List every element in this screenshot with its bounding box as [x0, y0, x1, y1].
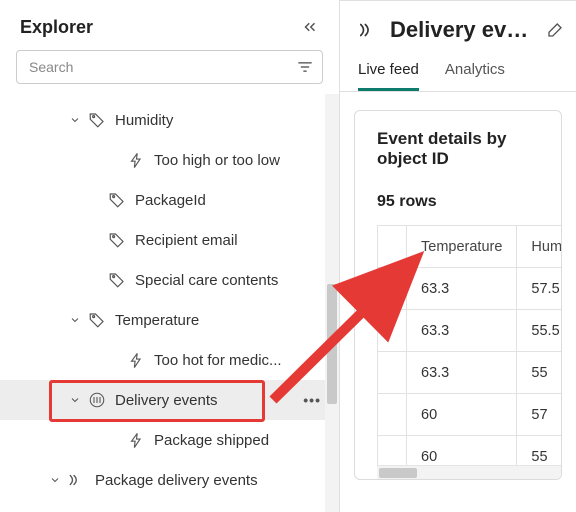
table-cell: 60 — [407, 436, 517, 466]
main-header: Delivery events — [340, 1, 576, 53]
tree-item-package-shipped[interactable]: Package shipped — [0, 420, 339, 460]
tree-item-temperature[interactable]: Temperature — [0, 300, 339, 340]
tree-item-label: Temperature — [115, 312, 321, 329]
tree-item-label: Package shipped — [154, 432, 321, 449]
tag-icon — [108, 191, 126, 209]
more-actions-button[interactable]: ••• — [303, 392, 321, 408]
table-cell: 55.5 — [517, 310, 561, 352]
chevron-down-icon[interactable] — [68, 114, 82, 126]
stream-icon — [68, 471, 86, 489]
table-row[interactable]: 63.355 — [378, 352, 562, 394]
table-cell: 63.3 — [407, 352, 517, 394]
table-row[interactable]: 63.357.5 — [378, 268, 562, 310]
table-cell: 63.3 — [407, 268, 517, 310]
stream-icon — [358, 19, 380, 41]
stream-circle-icon — [88, 391, 106, 409]
table-cell: 57 — [517, 394, 561, 436]
card-title: Event details by object ID — [377, 129, 561, 169]
bolt-icon — [128, 152, 145, 169]
table-cell: 57.5 — [517, 268, 561, 310]
tree-item-label: Humidity — [115, 112, 321, 129]
tag-icon — [88, 311, 106, 329]
sidebar-title: Explorer — [20, 17, 93, 38]
bolt-icon — [128, 432, 145, 449]
tree-scrollbar[interactable] — [325, 94, 339, 512]
tree-item-packageid[interactable]: PackageId — [0, 180, 339, 220]
event-details-card: Event details by object ID 95 rows Tempe… — [354, 110, 562, 480]
table-cell: 55 — [517, 352, 561, 394]
tree-item-delivery-events[interactable]: Delivery events ••• — [0, 380, 339, 420]
tree-item-label: Too hot for medic... — [154, 352, 321, 369]
chevron-down-icon[interactable] — [68, 394, 82, 406]
search-wrap — [0, 50, 339, 94]
data-table: TemperatureHum63.357.563.355.563.3556057… — [377, 225, 561, 465]
tree-item-package-delivery-events[interactable]: Package delivery events — [0, 460, 339, 500]
tag-icon — [88, 111, 106, 129]
table-wrap: TemperatureHum63.357.563.355.563.3556057… — [377, 225, 561, 465]
tabs: Live feed Analytics — [340, 53, 576, 92]
filter-icon[interactable] — [295, 57, 315, 77]
tree-item-special-care-contents[interactable]: Special care contents — [0, 260, 339, 300]
tree-item-label: Package delivery events — [95, 472, 321, 489]
tag-icon — [108, 231, 126, 249]
chevron-down-icon[interactable] — [68, 314, 82, 326]
main-panel: Delivery events Live feed Analytics Event… — [340, 0, 576, 512]
tree-item-humidity[interactable]: Humidity — [0, 100, 339, 140]
column-header[interactable]: Hum — [517, 226, 561, 268]
hscroll-thumb[interactable] — [379, 468, 417, 478]
scrollbar-thumb[interactable] — [327, 284, 337, 404]
table-cell: 63.3 — [407, 310, 517, 352]
tree-item-too-hot-for-medic[interactable]: Too hot for medic... — [0, 340, 339, 380]
explorer-sidebar: Explorer Humidity Too high or too low Pack… — [0, 0, 340, 512]
table-row[interactable]: 6055 — [378, 436, 562, 466]
tab-live-feed[interactable]: Live feed — [358, 53, 419, 91]
chevron-double-left-icon — [301, 18, 319, 36]
table-row[interactable]: 6057 — [378, 394, 562, 436]
chevron-down-icon[interactable] — [48, 474, 62, 486]
tree-item-express-shipping-requ[interactable]: Express shipping requ... — [0, 500, 339, 512]
page-title: Delivery events — [390, 17, 536, 43]
bolt-icon — [128, 352, 145, 369]
explorer-tree: Humidity Too high or too low PackageId Reci… — [0, 94, 339, 512]
tree-item-label: PackageId — [135, 192, 321, 209]
horizontal-scrollbar[interactable] — [377, 465, 561, 479]
table-cell: 55 — [517, 436, 561, 466]
sidebar-header: Explorer — [0, 0, 339, 50]
edit-icon[interactable] — [546, 21, 564, 39]
table-row[interactable]: 63.355.5 — [378, 310, 562, 352]
tree-item-label: Special care contents — [135, 272, 321, 289]
tree-item-recipient-email[interactable]: Recipient email — [0, 220, 339, 260]
tab-analytics[interactable]: Analytics — [445, 53, 505, 91]
column-header[interactable]: Temperature — [407, 226, 517, 268]
table-cell: 60 — [407, 394, 517, 436]
search-input[interactable] — [16, 50, 323, 84]
tree-item-label: Too high or too low — [154, 152, 321, 169]
tree-item-label: Recipient email — [135, 232, 321, 249]
tree-item-too-high-or-too-low[interactable]: Too high or too low — [0, 140, 339, 180]
tag-icon — [108, 271, 126, 289]
row-count: 95 rows — [377, 193, 561, 211]
collapse-sidebar-button[interactable] — [297, 14, 323, 40]
tree-item-label: Delivery events — [115, 392, 297, 409]
